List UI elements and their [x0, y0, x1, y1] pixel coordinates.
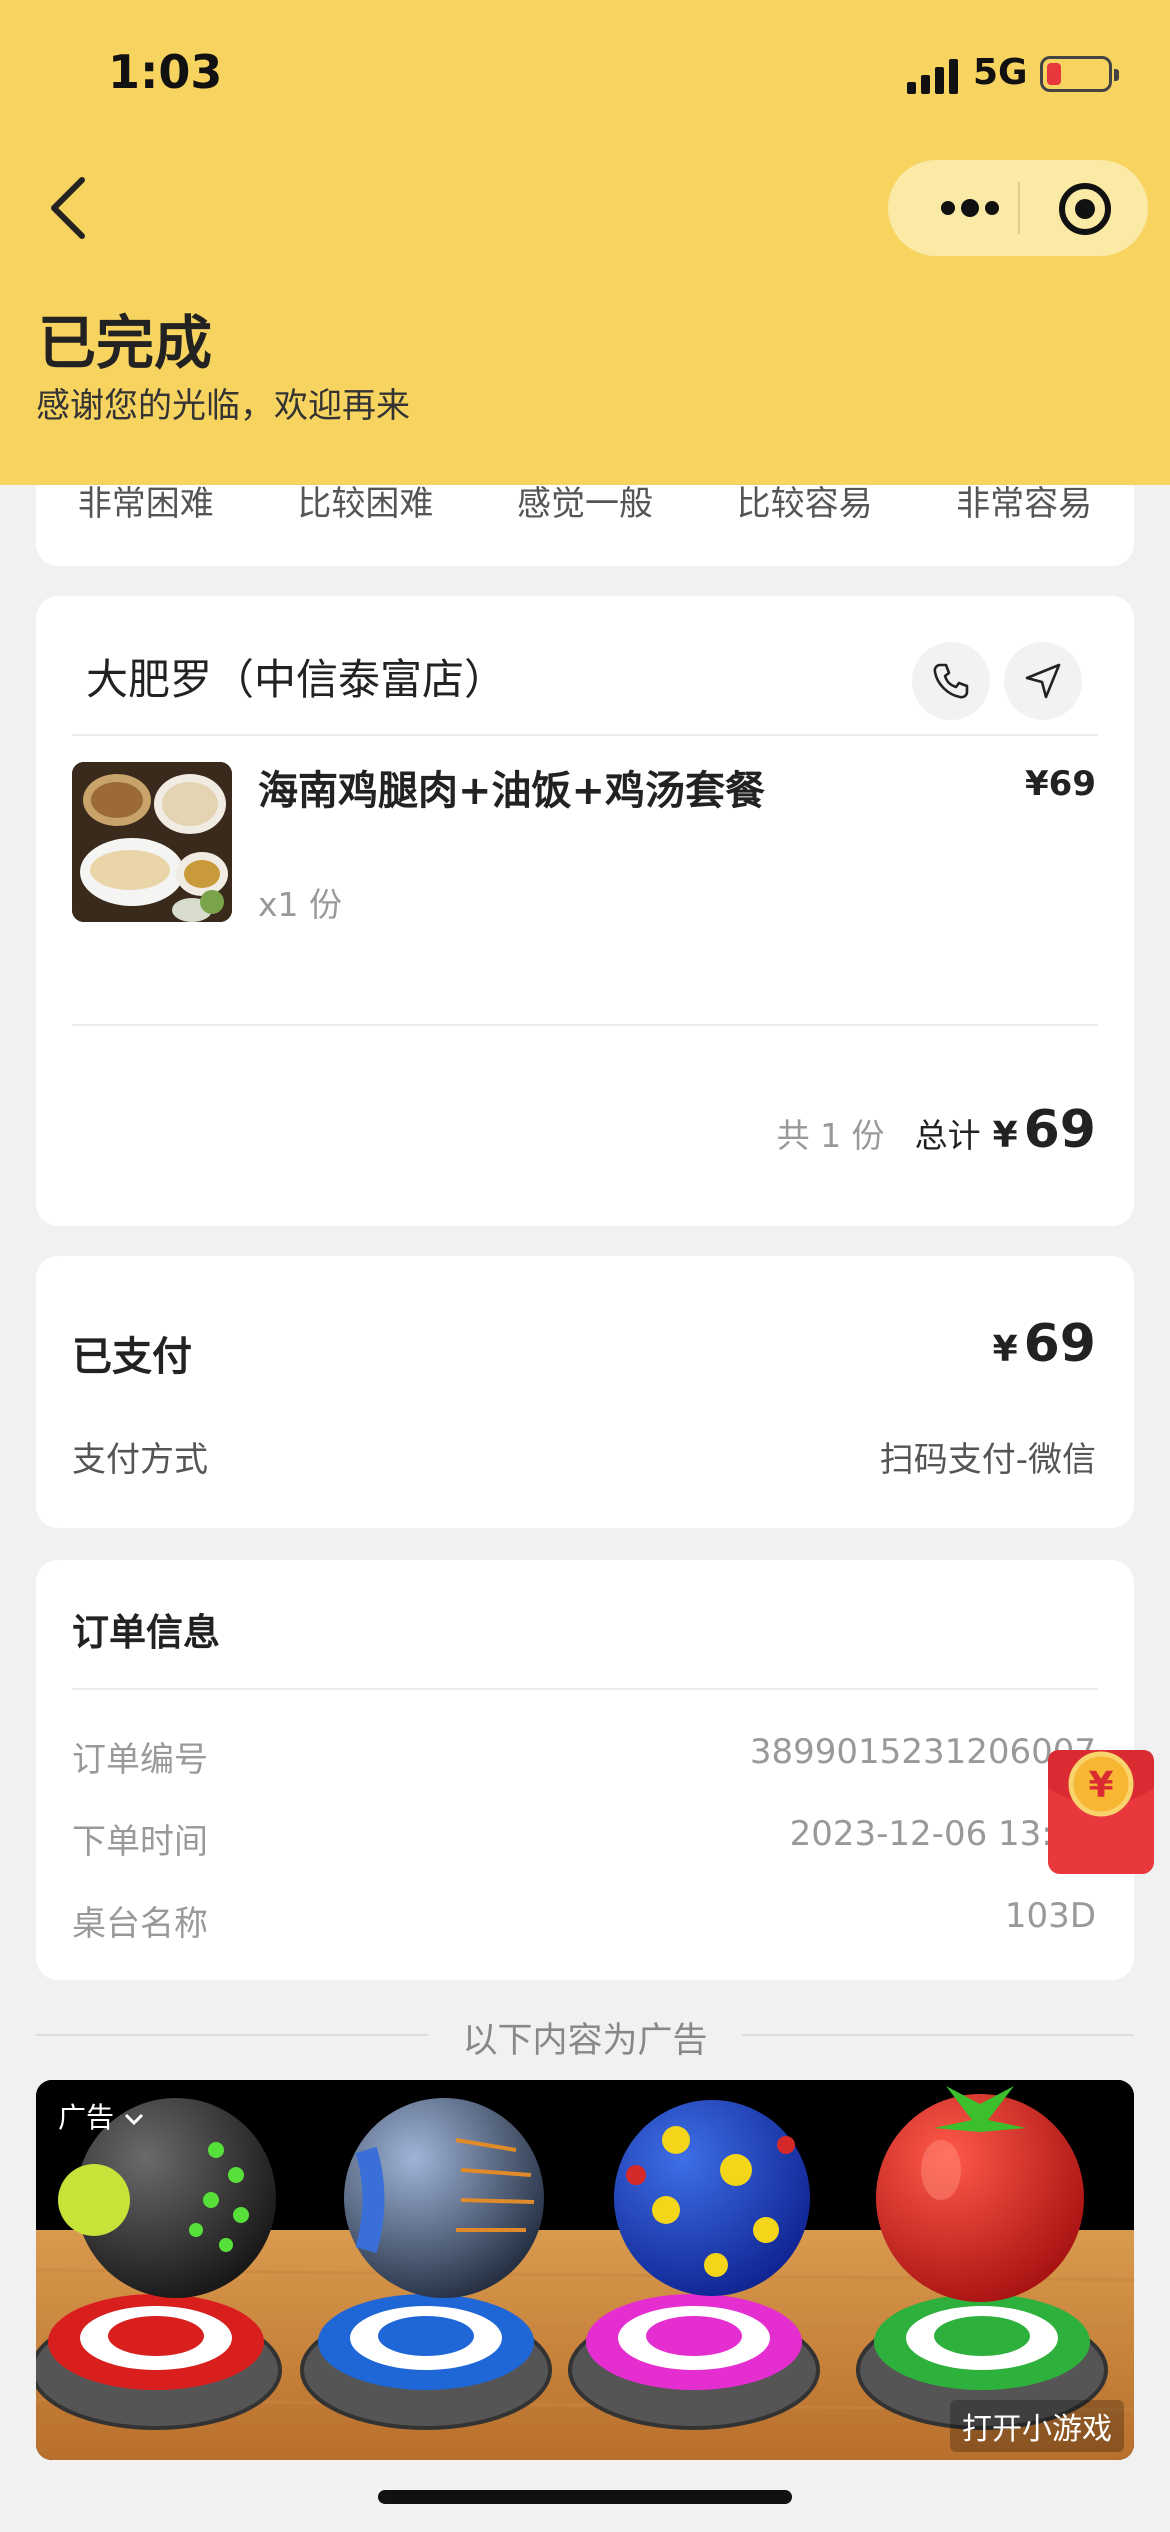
ad-banner[interactable]: 广告 打开小游戏 [36, 2080, 1134, 2460]
ad-divider-label: 以下内容为广告 [462, 2021, 708, 2061]
navigation-arrow-icon [1025, 663, 1061, 699]
signal-icon [907, 58, 959, 94]
currency-symbol: ¥ [992, 1115, 1018, 1156]
capsule-divider [1018, 182, 1020, 234]
item-count: 共 1 份 [776, 1116, 885, 1155]
red-envelope-icon: ¥ [1048, 1750, 1154, 1874]
divider [72, 1024, 1098, 1026]
status-bar: 1:03 5G [0, 0, 1170, 140]
total-label: 总计 [914, 1116, 981, 1155]
divider [72, 1688, 1098, 1690]
status-time: 1:03 [108, 45, 223, 99]
ad-tag[interactable]: 广告 [58, 2096, 145, 2136]
close-miniprogram-button[interactable] [1058, 182, 1112, 236]
dish-image [72, 762, 232, 922]
home-indicator[interactable] [378, 2490, 792, 2504]
network-label: 5G [973, 52, 1028, 93]
target-icon [1059, 183, 1111, 235]
page-subtitle: 感谢您的光临，欢迎再来 [36, 386, 410, 426]
payment-method-value: 扫码支付-微信 [879, 1440, 1096, 1480]
divider [72, 734, 1098, 736]
shop-card: 大肥罗（中信泰富店） 海南鸡腿肉+油饭+鸡汤套餐 ¥69 x1 份 共 1 份 [36, 596, 1134, 1226]
red-packet-button[interactable]: ¥ [1046, 1744, 1156, 1878]
payment-method-label: 支付方式 [72, 1440, 208, 1480]
header: 1:03 5G 已完成 感谢您的光临，欢迎再来 [0, 0, 1170, 485]
table-name-value: 103D [1004, 1896, 1096, 1936]
open-minigame-button[interactable]: 打开小游戏 [950, 2400, 1124, 2452]
page-title: 已完成 [38, 309, 213, 377]
more-button[interactable] [932, 186, 1042, 230]
order-info-card: 订单信息 订单编号 3899015231206007 下单时间 2023-12-… [36, 1560, 1134, 1980]
chevron-down-icon [124, 2113, 143, 2126]
battery-icon [1040, 56, 1119, 92]
paid-amount: ¥ 69 [993, 1314, 1096, 1374]
order-number-label: 订单编号 [72, 1740, 208, 1780]
back-button[interactable] [40, 170, 100, 246]
dish-name: 海南鸡腿肉+油饭+鸡汤套餐 [258, 768, 766, 814]
miniprogram-capsule [888, 160, 1148, 256]
order-summary: 共 1 份 总计 ¥ 69 [777, 1100, 1096, 1160]
order-time-label: 下单时间 [72, 1822, 208, 1862]
payment-card: 已支付 ¥ 69 支付方式 扫码支付-微信 [36, 1256, 1134, 1528]
chevron-left-icon [51, 177, 85, 239]
table-name-label: 桌台名称 [72, 1904, 208, 1944]
svg-text:¥: ¥ [1088, 1765, 1113, 1806]
dish-price: ¥69 [1025, 764, 1096, 804]
paid-status: 已支付 [72, 1334, 192, 1380]
shop-name[interactable]: 大肥罗（中信泰富店） [86, 646, 506, 707]
order-number-value[interactable]: 3899015231206007 [750, 1732, 1096, 1772]
currency-symbol: ¥ [992, 1329, 1018, 1370]
navigate-button[interactable] [1004, 642, 1082, 720]
total-amount: 69 [1023, 1100, 1096, 1160]
dish-quantity: x1 份 [258, 885, 343, 924]
more-dots-icon [941, 199, 999, 217]
ad-tag-label: 广告 [58, 2101, 115, 2134]
ad-divider: 以下内容为广告 [36, 1998, 1134, 2068]
order-info-title: 订单信息 [72, 1611, 220, 1654]
phone-icon [933, 663, 969, 699]
paid-amount-value: 69 [1023, 1314, 1096, 1374]
call-button[interactable] [912, 642, 990, 720]
